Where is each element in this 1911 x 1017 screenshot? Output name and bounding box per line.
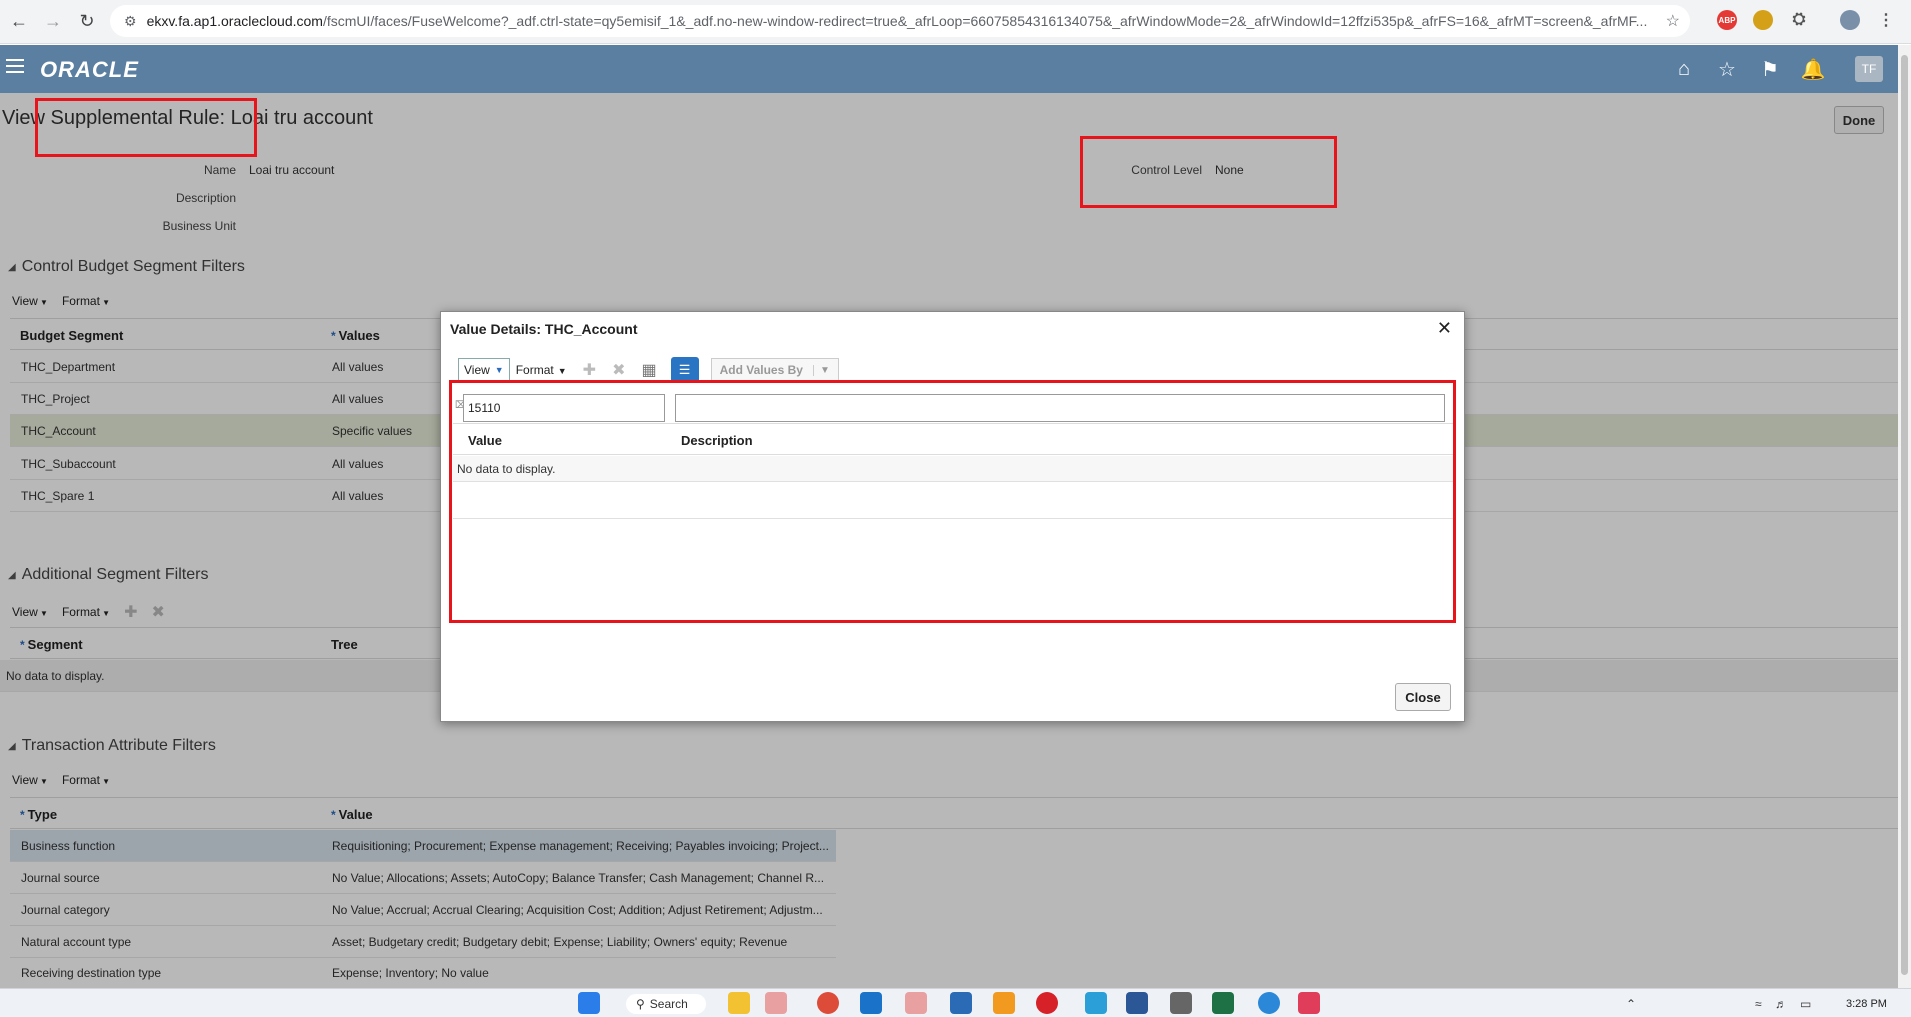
profile-icon[interactable]: [1840, 10, 1860, 30]
view-label: View: [464, 363, 490, 377]
view-menu[interactable]: View ▼: [458, 358, 510, 382]
opera-icon[interactable]: [1036, 992, 1058, 1014]
app-icon[interactable]: [765, 992, 787, 1014]
volume-icon[interactable]: ♬: [1775, 997, 1787, 1011]
hamburger-menu-icon[interactable]: [6, 59, 24, 73]
taskbar-search[interactable]: ⚲ Search: [626, 994, 706, 1014]
oracle-logo[interactable]: ORACLE: [40, 57, 139, 83]
zalo-icon[interactable]: [1298, 992, 1320, 1014]
notifications-bell-icon[interactable]: 🔔: [1801, 57, 1826, 81]
scrollbar-thumb[interactable]: [1901, 55, 1908, 975]
adblock-extension-icon[interactable]: ABP: [1717, 10, 1737, 30]
chevron-down-icon: ▼: [557, 366, 567, 376]
os-taskbar: ⚲ Search ⌃ ≈ ♬ ▭ 3:28 PM: [0, 988, 1911, 1017]
url-host: ekxv.fa.ap1.oraclecloud.com: [146, 13, 323, 29]
app-icon[interactable]: [1258, 992, 1280, 1014]
search-icon: ⚲: [636, 997, 645, 1011]
outlook-icon[interactable]: [860, 992, 882, 1014]
extensions-puzzle-icon[interactable]: ⛭: [1789, 10, 1809, 30]
excel-icon[interactable]: [1212, 992, 1234, 1014]
browser-toolbar: ← → ↻ ⚙ ekxv.fa.ap1.oraclecloud.com /fsc…: [0, 0, 1911, 44]
dialog-title: Value Details: THC_Account: [450, 321, 638, 337]
url-path: /fscmUI/faces/FuseWelcome?_adf.ctrl-stat…: [322, 13, 1648, 29]
format-label: Format: [515, 363, 554, 377]
format-menu[interactable]: Format ▼: [516, 363, 567, 377]
extension-icon[interactable]: [1753, 10, 1773, 30]
annotation-box: [449, 380, 1456, 623]
site-info-icon[interactable]: ⚙: [124, 13, 137, 30]
watchlist-flag-icon[interactable]: ⚑: [1758, 57, 1782, 81]
favorites-star-icon[interactable]: ☆: [1715, 57, 1739, 81]
close-icon[interactable]: ✕: [1437, 318, 1452, 339]
address-bar[interactable]: ⚙ ekxv.fa.ap1.oraclecloud.com /fscmUI/fa…: [110, 5, 1690, 37]
windows-start-icon[interactable]: [578, 992, 600, 1014]
delete-icon[interactable]: ✖: [612, 360, 625, 380]
freeze-columns-icon[interactable]: ▦: [641, 360, 656, 380]
forward-icon[interactable]: →: [38, 7, 68, 37]
chevron-down-icon: ▼: [812, 364, 830, 376]
add-values-label: Add Values By: [719, 363, 803, 377]
add-values-by-button[interactable]: Add Values By ▼: [710, 358, 839, 382]
clock: 3:28 PM: [1846, 998, 1887, 1010]
user-avatar[interactable]: TF: [1855, 56, 1883, 82]
app-icon[interactable]: [993, 992, 1015, 1014]
back-icon[interactable]: ←: [4, 7, 34, 37]
chrome-icon[interactable]: [817, 992, 839, 1014]
search-label: Search: [649, 997, 688, 1011]
word-icon[interactable]: [1126, 992, 1148, 1014]
page-scrollbar[interactable]: [1898, 45, 1911, 988]
reload-icon[interactable]: ↻: [72, 7, 102, 37]
app-icon[interactable]: [905, 992, 927, 1014]
tray-chevron-icon[interactable]: ⌃: [1626, 997, 1636, 1011]
calculator-icon[interactable]: [1170, 992, 1192, 1014]
app-header: ORACLE ⌂ ☆ ⚑ 🔔: [0, 45, 1898, 93]
telegram-icon[interactable]: [1085, 992, 1107, 1014]
battery-icon[interactable]: ▭: [1800, 997, 1811, 1011]
close-button[interactable]: Close: [1395, 683, 1451, 711]
notepad-icon[interactable]: [950, 992, 972, 1014]
add-icon[interactable]: ✚: [583, 360, 596, 380]
home-icon[interactable]: ⌂: [1672, 57, 1696, 81]
file-explorer-icon[interactable]: [728, 992, 750, 1014]
annotation-box: [35, 98, 257, 157]
chevron-down-icon: ▼: [494, 365, 504, 375]
annotation-box: [1080, 136, 1337, 208]
browser-menu-icon[interactable]: ⋮: [1876, 10, 1896, 30]
wifi-icon[interactable]: ≈: [1755, 997, 1762, 1011]
bookmark-star-icon[interactable]: ☆: [1666, 11, 1680, 31]
